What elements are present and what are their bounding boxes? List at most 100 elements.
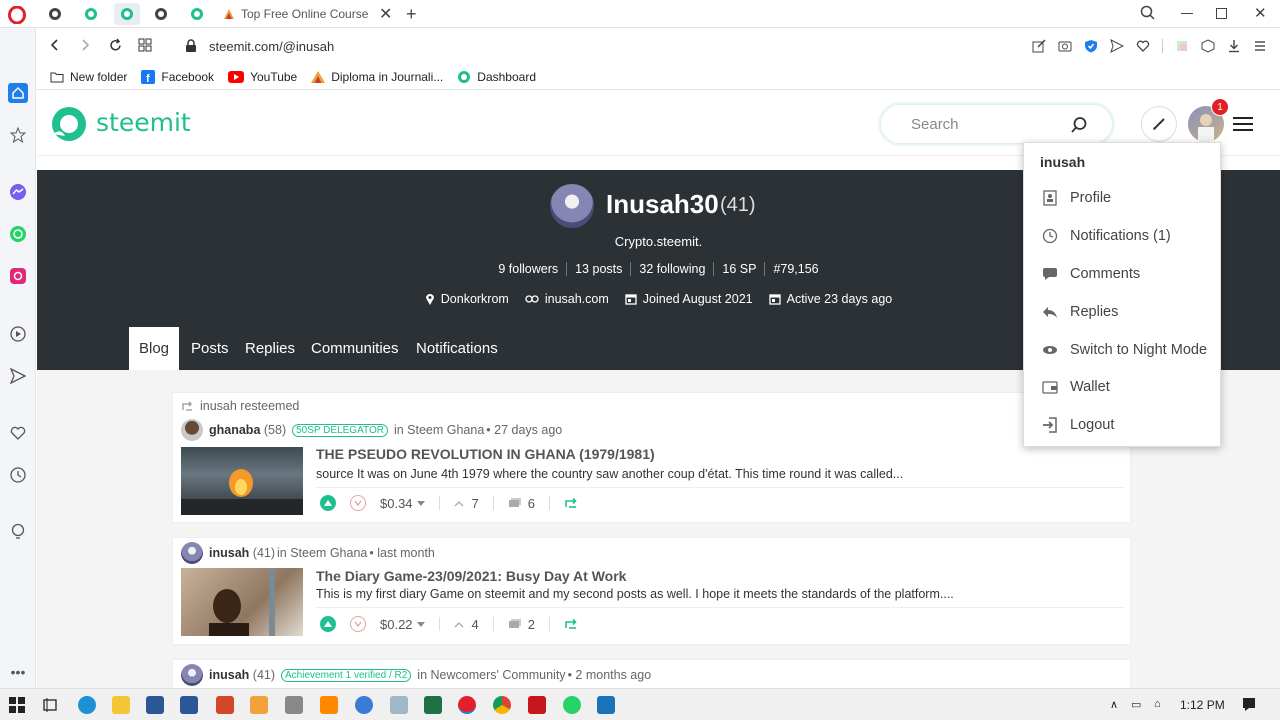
post-excerpt[interactable]: source It was on June 4th 1979 where the… <box>316 467 1124 488</box>
author-name[interactable]: inusah <box>209 668 249 682</box>
upvote-button[interactable] <box>320 616 336 632</box>
menu-item-wallet[interactable]: Wallet <box>1042 379 1218 395</box>
battery-icon[interactable]: ▭ <box>1131 698 1141 711</box>
menu-icon[interactable] <box>1253 39 1267 53</box>
taskbar-clock[interactable]: 1:12 PM <box>1180 698 1225 712</box>
menu-item-night-mode[interactable]: Switch to Night Mode <box>1042 342 1218 358</box>
browser-tab-5[interactable] <box>186 3 208 25</box>
speed-dial-icon[interactable] <box>138 38 152 52</box>
reload-icon[interactable] <box>108 38 123 53</box>
chrome-icon[interactable] <box>493 696 511 714</box>
camera-app-icon[interactable] <box>285 696 303 714</box>
comments-count[interactable]: 6 <box>508 496 535 511</box>
bookmark-youtube[interactable]: YouTube <box>228 70 297 84</box>
heart-icon[interactable] <box>1136 39 1150 53</box>
menu-item-replies[interactable]: Replies <box>1042 304 1218 320</box>
action-center-icon[interactable] <box>1242 697 1256 711</box>
windows-start-icon[interactable] <box>9 697 25 713</box>
browser-tab-active[interactable]: Top Free Online Courses | E ✕ <box>215 3 395 25</box>
dropdown-username[interactable]: inusah <box>1040 154 1085 170</box>
new-tab-icon[interactable]: + <box>406 4 417 25</box>
post-time[interactable]: • last month <box>369 546 435 560</box>
instagram-icon[interactable] <box>8 266 28 286</box>
menu-item-profile[interactable]: Profile <box>1042 190 1218 206</box>
post-title[interactable]: The Diary Game-23/09/2021: Busy Day At W… <box>316 568 626 584</box>
downvote-button[interactable] <box>350 616 366 632</box>
word-icon[interactable] <box>146 696 164 714</box>
edit-icon[interactable] <box>1032 39 1046 53</box>
author-name[interactable]: ghanaba <box>209 423 260 437</box>
post-thumbnail[interactable] <box>181 568 303 636</box>
excel-icon[interactable] <box>424 696 442 714</box>
post-community[interactable]: in Newcomers' Community <box>417 668 565 682</box>
tab-posts[interactable]: Posts <box>191 327 229 370</box>
post-time[interactable]: • 27 days ago <box>486 423 562 437</box>
menu-item-notifications[interactable]: Notifications (1) <box>1042 228 1218 244</box>
close-tab-icon[interactable]: ✕ <box>379 4 392 24</box>
player-icon[interactable] <box>8 324 28 344</box>
opera-logo-icon[interactable] <box>8 6 26 24</box>
vlc-icon[interactable] <box>320 696 338 714</box>
new-post-button[interactable] <box>1141 106 1177 142</box>
back-icon[interactable] <box>48 38 62 52</box>
whatsapp-icon[interactable] <box>8 224 28 244</box>
hamburger-menu-icon[interactable] <box>1233 116 1253 132</box>
tab-blog[interactable]: Blog <box>129 327 179 370</box>
steemit-logo-text[interactable]: steemit <box>96 108 191 137</box>
send-icon[interactable] <box>1110 39 1124 53</box>
menu-item-comments[interactable]: Comments <box>1042 266 1218 282</box>
more-icon[interactable]: ••• <box>8 662 28 682</box>
bookmark-dashboard[interactable]: Dashboard <box>457 70 536 84</box>
tab-notifications[interactable]: Notifications <box>416 327 498 370</box>
steemit-logo-icon[interactable] <box>51 106 87 142</box>
opera-icon[interactable] <box>458 696 476 714</box>
file-explorer-icon[interactable] <box>112 696 130 714</box>
bookmark-facebook[interactable]: f Facebook <box>141 69 214 84</box>
comments-count[interactable]: 2 <box>508 617 535 632</box>
upvote-button[interactable] <box>320 495 336 511</box>
post-thumbnail[interactable] <box>181 447 303 515</box>
payout-dropdown[interactable]: $0.34 <box>380 496 425 511</box>
whatsapp-icon[interactable] <box>563 696 581 714</box>
votes-count[interactable]: 4 <box>454 617 479 632</box>
payout-dropdown[interactable]: $0.22 <box>380 617 425 632</box>
close-window-icon[interactable]: ✕ <box>1254 4 1267 22</box>
author-avatar[interactable] <box>181 664 203 686</box>
photos-icon[interactable] <box>597 696 615 714</box>
app-icon[interactable] <box>355 696 373 714</box>
post-title[interactable]: THE PSEUDO REVOLUTION IN GHANA (1979/198… <box>316 446 655 462</box>
browser-tab-1[interactable] <box>44 3 66 25</box>
search-icon[interactable] <box>1070 116 1088 134</box>
home-icon[interactable] <box>8 83 28 103</box>
search-tabs-icon[interactable] <box>1140 5 1156 21</box>
author-avatar[interactable] <box>181 542 203 564</box>
following-link[interactable]: 32 following <box>631 262 715 276</box>
resteem-icon[interactable] <box>564 618 578 630</box>
network-icon[interactable]: ⌂ <box>1154 698 1161 710</box>
browser-tab-3[interactable] <box>114 3 140 25</box>
lightbulb-icon[interactable] <box>8 522 28 542</box>
media-player-icon[interactable] <box>250 696 268 714</box>
post-community[interactable]: in Steem Ghana <box>277 546 367 560</box>
menu-item-logout[interactable]: Logout <box>1042 417 1218 433</box>
star-icon[interactable] <box>8 125 28 145</box>
author-name[interactable]: inusah <box>209 546 249 560</box>
post-excerpt[interactable]: This is my first diary Game on steemit a… <box>316 587 1124 608</box>
resteem-icon[interactable] <box>564 497 578 509</box>
heart-icon[interactable] <box>8 423 28 443</box>
camera-icon[interactable] <box>1058 39 1072 53</box>
history-icon[interactable] <box>8 465 28 485</box>
post-community[interactable]: in Steem Ghana <box>394 423 484 437</box>
tab-communities[interactable]: Communities <box>311 327 399 370</box>
downvote-button[interactable] <box>350 495 366 511</box>
edge-icon[interactable] <box>78 696 96 714</box>
minimize-icon[interactable] <box>1181 13 1193 14</box>
votes-count[interactable]: 7 <box>454 496 479 511</box>
extension-icon[interactable] <box>1175 39 1189 53</box>
browser-tab-4[interactable] <box>150 3 172 25</box>
url-bar[interactable]: steemit.com/@inusah <box>186 34 1013 58</box>
send-icon[interactable] <box>8 366 28 386</box>
bookmark-new-folder[interactable]: New folder <box>50 70 127 84</box>
notepad-icon[interactable] <box>390 696 408 714</box>
author-avatar[interactable] <box>181 419 203 441</box>
